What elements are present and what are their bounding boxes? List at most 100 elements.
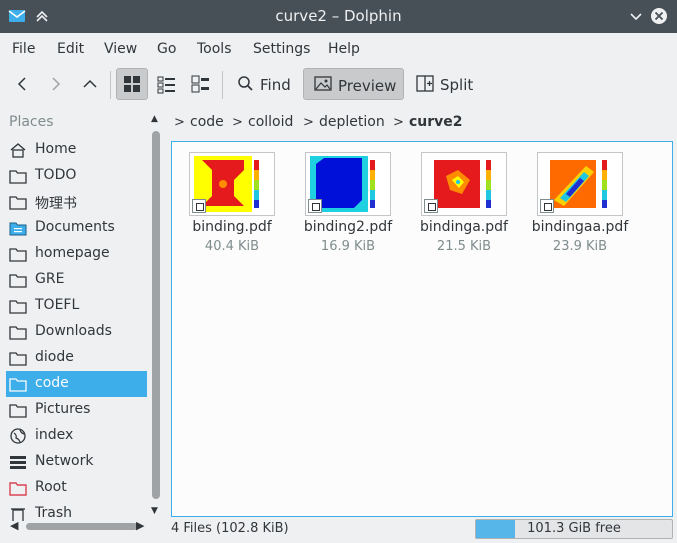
sidebar-item-label: code bbox=[35, 375, 69, 391]
breadcrumb-separator-icon: > bbox=[303, 115, 314, 130]
home-icon bbox=[8, 141, 28, 159]
find-label: Find bbox=[260, 76, 291, 94]
title-bar[interactable]: curve2 – Dolphin bbox=[0, 0, 677, 33]
forward-button[interactable] bbox=[42, 68, 70, 100]
window-title: curve2 – Dolphin bbox=[275, 7, 402, 25]
minimize-icon[interactable] bbox=[626, 6, 646, 26]
compact-view-icon bbox=[157, 76, 175, 94]
sidebar-item-label: Root bbox=[35, 479, 67, 495]
folder-icon bbox=[8, 323, 28, 341]
documents-folder-icon bbox=[8, 219, 28, 237]
free-space-indicator[interactable]: 101.3 GiB free bbox=[475, 519, 673, 539]
sidebar-item-label: GRE bbox=[35, 271, 65, 287]
folder-icon bbox=[8, 245, 28, 263]
folder-icon bbox=[8, 349, 28, 367]
file-thumbnail[interactable] bbox=[421, 152, 507, 216]
globe-icon bbox=[8, 427, 28, 445]
breadcrumb-item[interactable]: depletion bbox=[319, 114, 385, 130]
image-preview-icon bbox=[314, 76, 332, 91]
sidebar-item-label: index bbox=[35, 427, 74, 443]
file-name: binding2.pdf bbox=[303, 219, 393, 235]
split-button[interactable]: Split bbox=[410, 68, 482, 100]
forward-arrow-icon bbox=[52, 77, 61, 91]
sidebar-item-toefl[interactable]: TOEFL bbox=[6, 293, 147, 319]
menu-tools[interactable]: Tools bbox=[197, 41, 232, 57]
menu-go[interactable]: Go bbox=[157, 41, 176, 57]
sidebar-item-物理书[interactable]: 物理书 bbox=[6, 189, 147, 215]
places-list: Home TODO 物理书 Documents homepage GRE TOEFL Down… bbox=[6, 137, 147, 521]
file-name: bindinga.pdf bbox=[420, 219, 508, 235]
sidebar-item-documents[interactable]: Documents bbox=[6, 215, 147, 241]
sidebar-item-downloads[interactable]: Downloads bbox=[6, 319, 147, 345]
scroll-down-arrow-icon[interactable]: ▼ bbox=[151, 506, 158, 516]
breadcrumb-item[interactable]: colloid bbox=[248, 114, 293, 130]
select-checkbox-icon[interactable] bbox=[308, 199, 322, 213]
sidebar-item-pictures[interactable]: Pictures bbox=[6, 397, 147, 423]
root-folder-icon bbox=[8, 479, 28, 497]
breadcrumb-current[interactable]: curve2 bbox=[409, 114, 463, 130]
select-checkbox-icon[interactable] bbox=[540, 199, 554, 213]
sidebar-item-todo[interactable]: TODO bbox=[6, 163, 147, 189]
select-checkbox-icon[interactable] bbox=[424, 199, 438, 213]
back-button[interactable] bbox=[8, 68, 36, 100]
search-icon bbox=[238, 76, 253, 91]
icons-view-icon bbox=[124, 76, 140, 92]
sidebar-item-network[interactable]: Network bbox=[6, 449, 147, 475]
toolbar-separator bbox=[222, 71, 223, 99]
menu-file[interactable]: File bbox=[12, 41, 35, 57]
sidebar-item-gre[interactable]: GRE bbox=[6, 267, 147, 293]
sidebar-item-label: diode bbox=[35, 349, 74, 365]
places-vertical-scrollbar[interactable]: ▲ ▼ bbox=[150, 114, 162, 516]
file-view[interactable]: binding.pdf 40.4 KiB binding2.pdf 16.9 K… bbox=[171, 141, 673, 517]
breadcrumb-separator-icon: > bbox=[232, 115, 243, 130]
compact-view-button[interactable] bbox=[152, 68, 182, 100]
sidebar-item-label: TODO bbox=[35, 167, 77, 183]
file-thumbnail[interactable] bbox=[537, 152, 623, 216]
sidebar-item-root[interactable]: Root bbox=[6, 475, 147, 501]
preview-button[interactable]: Preview bbox=[303, 68, 404, 100]
sidebar-item-homepage[interactable]: homepage bbox=[6, 241, 147, 267]
file-name: binding.pdf bbox=[192, 219, 272, 235]
sidebar-item-code[interactable]: code bbox=[6, 371, 147, 397]
network-icon bbox=[8, 453, 28, 471]
scroll-up-arrow-icon[interactable]: ▲ bbox=[151, 114, 158, 124]
scroll-thumb[interactable] bbox=[152, 131, 160, 499]
sidebar-item-label: Home bbox=[35, 141, 77, 157]
back-arrow-icon bbox=[17, 77, 26, 91]
preview-label: Preview bbox=[338, 77, 397, 95]
status-summary: 4 Files (102.8 KiB) bbox=[171, 521, 289, 536]
up-arrow-icon bbox=[83, 79, 97, 88]
select-checkbox-icon[interactable] bbox=[192, 199, 206, 213]
places-panel: Places Home TODO 物理书 Documents homepage GRE TO… bbox=[0, 108, 165, 521]
find-button[interactable]: Find bbox=[230, 68, 296, 100]
file-size: 23.9 KiB bbox=[552, 239, 608, 254]
menu-view[interactable]: View bbox=[104, 41, 137, 57]
sidebar-item-index[interactable]: index bbox=[6, 423, 147, 449]
icons-view-button[interactable] bbox=[116, 68, 148, 100]
menu-edit[interactable]: Edit bbox=[57, 41, 84, 57]
breadcrumb-item[interactable]: code bbox=[190, 114, 224, 130]
folder-icon bbox=[8, 167, 28, 185]
menu-bar: File Edit View Go Tools Settings Help bbox=[0, 33, 677, 65]
toolbar-separator bbox=[110, 71, 111, 99]
menu-settings[interactable]: Settings bbox=[253, 41, 310, 57]
folder-icon bbox=[8, 401, 28, 419]
close-icon[interactable] bbox=[649, 6, 669, 26]
toolbar: Find Preview Split bbox=[0, 65, 677, 105]
sidebar-item-label: Documents bbox=[35, 219, 115, 235]
folder-icon bbox=[8, 271, 28, 289]
details-view-button[interactable] bbox=[186, 68, 216, 100]
sidebar-item-home[interactable]: Home bbox=[6, 137, 147, 163]
file-thumbnail[interactable] bbox=[305, 152, 391, 216]
folder-icon bbox=[8, 193, 28, 211]
breadcrumb: > code > colloid > depletion > curve2 bbox=[166, 108, 677, 138]
details-view-icon bbox=[191, 75, 209, 93]
file-size: 16.9 KiB bbox=[320, 239, 376, 254]
file-thumbnail[interactable] bbox=[189, 152, 275, 216]
menu-help[interactable]: Help bbox=[328, 41, 360, 57]
sidebar-item-diode[interactable]: diode bbox=[6, 345, 147, 371]
folder-icon bbox=[8, 297, 28, 315]
up-button[interactable] bbox=[76, 68, 104, 100]
folder-icon bbox=[8, 375, 28, 393]
sidebar-item-label: TOEFL bbox=[35, 297, 80, 313]
